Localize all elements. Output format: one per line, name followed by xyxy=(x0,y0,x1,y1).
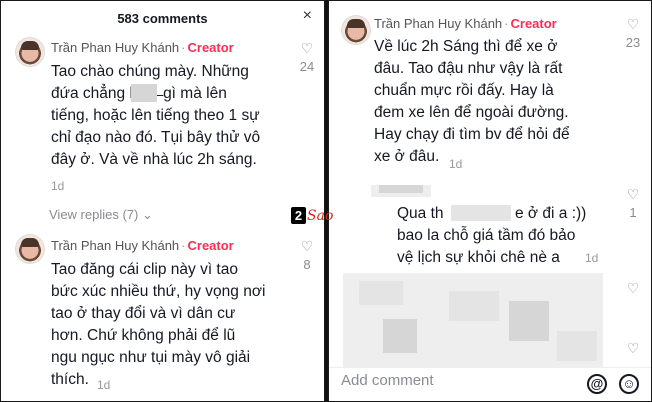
reply-text-end: e ở đi a :)) xyxy=(515,205,587,222)
close-icon[interactable]: × xyxy=(303,7,312,25)
chevron-down-icon: ⌄ xyxy=(138,207,153,222)
blur-block xyxy=(509,301,549,341)
watermark-logo: 2 Sao xyxy=(291,207,333,224)
like-button[interactable]: ♡ 24 xyxy=(293,41,321,74)
comment-text: Tao chào chúng mày. Những đứa chẳng biết… xyxy=(51,63,261,168)
comment-text: Tao đăng cái clip này vì tao bức xúc nhi… xyxy=(51,261,266,388)
watermark-number: 2 xyxy=(291,207,306,224)
avatar[interactable] xyxy=(15,37,45,67)
avatar[interactable] xyxy=(15,234,45,264)
like-count: 23 xyxy=(625,35,641,50)
creator-badge: Creator xyxy=(187,238,234,253)
like-button[interactable]: ♡ 23 xyxy=(619,17,647,50)
comment-author[interactable]: Trần Phan Huy Khánh · Creator xyxy=(51,238,234,253)
left-comments-panel: 583 comments × Trần Phan Huy Khánh · Creat… xyxy=(0,0,325,402)
heart-icon: ♡ xyxy=(300,40,314,56)
like-button[interactable]: ♡ xyxy=(619,281,647,295)
comment-timestamp: 1d xyxy=(449,157,463,171)
heart-icon: ♡ xyxy=(626,340,640,356)
like-count: 24 xyxy=(299,59,315,74)
right-comments-panel: Trần Phan Huy Khánh · Creator Về lúc 2h Sá… xyxy=(328,0,652,402)
comment-author[interactable]: Trần Phan Huy Khánh · Creator xyxy=(374,16,557,31)
view-replies-link[interactable]: View replies (7) ⌄ xyxy=(49,207,153,223)
creator-badge: Creator xyxy=(187,40,234,55)
watermark-text: Sao xyxy=(307,207,334,224)
like-button[interactable]: ♡ xyxy=(619,341,647,355)
like-button[interactable]: ♡ 8 xyxy=(293,239,321,272)
emoji-icon[interactable]: ☺ xyxy=(619,374,639,394)
blur-block xyxy=(359,281,403,305)
mention-icon[interactable]: @ xyxy=(587,374,607,394)
author-name: Trần Phan Huy Khánh xyxy=(374,16,503,31)
like-count: 8 xyxy=(303,257,311,272)
author-name: Trần Phan Huy Khánh xyxy=(51,238,180,253)
comment-text: Về lúc 2h Sáng thì để xe ở đâu. Tao đậu … xyxy=(374,38,570,165)
blur-block xyxy=(557,331,597,361)
author-name: Trần Phan Huy Khánh xyxy=(51,40,180,55)
like-button[interactable]: ♡ 1 xyxy=(619,187,647,220)
heart-icon: ♡ xyxy=(626,186,640,202)
comment-timestamp: 1d xyxy=(97,378,111,392)
censor-blur xyxy=(131,84,157,102)
comment-input-bar: Add comment @ ☺ xyxy=(329,367,651,401)
heart-icon: ♡ xyxy=(626,16,640,32)
like-count: 1 xyxy=(629,205,637,220)
comments-count-header: 583 comments xyxy=(117,11,208,26)
heart-icon: ♡ xyxy=(300,238,314,254)
comment-input[interactable]: Add comment xyxy=(341,372,434,389)
blur-block xyxy=(383,319,417,353)
reply-timestamp: 1d xyxy=(585,251,599,265)
avatar[interactable] xyxy=(341,15,371,45)
reply-text: bao la chỗ giá tầm đó bảo vệ lịch sự khỏ… xyxy=(397,227,576,266)
censor-blur xyxy=(451,205,511,221)
comment-author[interactable]: Trần Phan Huy Khánh · Creator xyxy=(51,40,234,55)
creator-badge: Creator xyxy=(510,16,557,31)
heart-icon: ♡ xyxy=(626,280,640,296)
blurred-username xyxy=(379,185,423,193)
blur-block xyxy=(449,291,499,321)
comment-timestamp: 1d xyxy=(51,179,65,193)
